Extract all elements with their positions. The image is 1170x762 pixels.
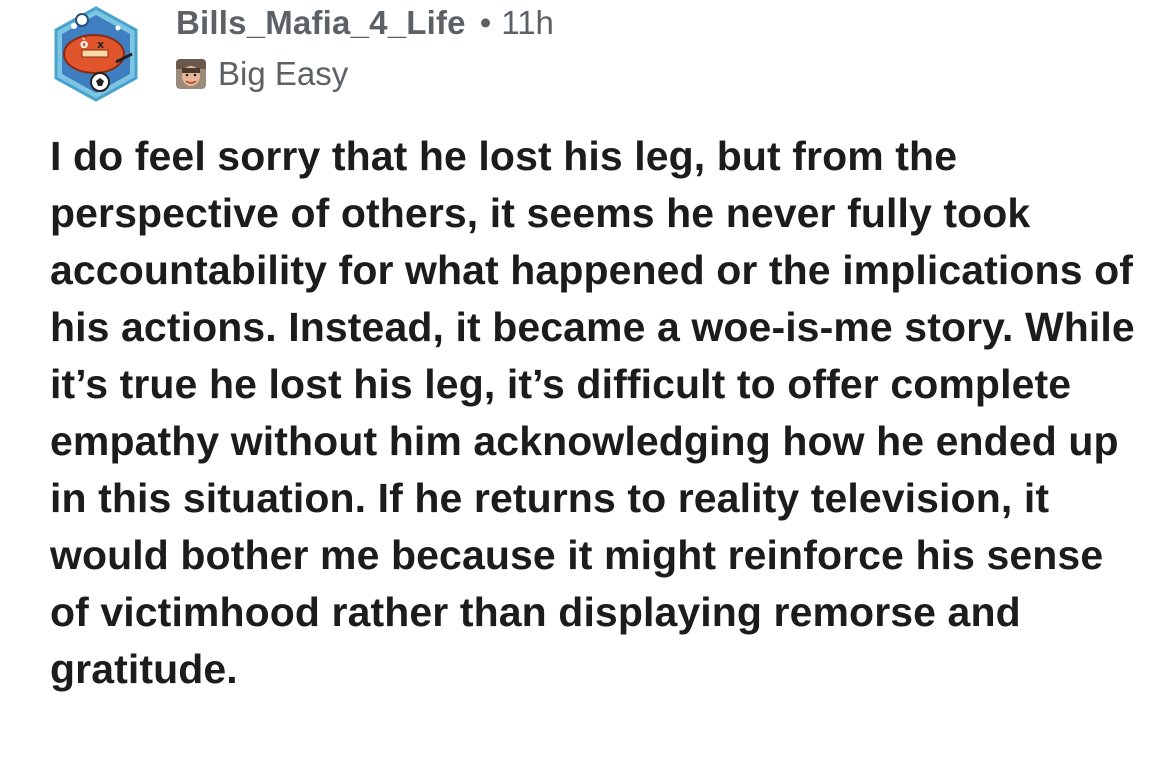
user-flair-face-icon — [176, 59, 206, 89]
svg-text:ò: ò — [80, 37, 88, 51]
comment-body: I do feel sorry that he lost his leg, bu… — [50, 133, 1135, 692]
football-mascot-avatar-icon[interactable]: ò x — [52, 6, 140, 102]
comment: ò x Bills_Mafia_4_Life • 11h Big Easy I … — [0, 0, 1170, 762]
username-link[interactable]: Bills_Mafia_4_Life — [176, 4, 466, 42]
meta-line-author: Bills_Mafia_4_Life • 11h — [176, 4, 554, 50]
user-flair: Big Easy — [176, 52, 554, 96]
svg-text:x: x — [97, 38, 104, 51]
comment-meta: Bills_Mafia_4_Life • 11h Big Easy — [176, 4, 554, 96]
user-flair-text: Big Easy — [218, 55, 349, 92]
timestamp: 11h — [501, 4, 554, 41]
meta-separator: • — [479, 4, 492, 41]
comment-header: ò x Bills_Mafia_4_Life • 11h Big Easy — [52, 4, 1132, 104]
